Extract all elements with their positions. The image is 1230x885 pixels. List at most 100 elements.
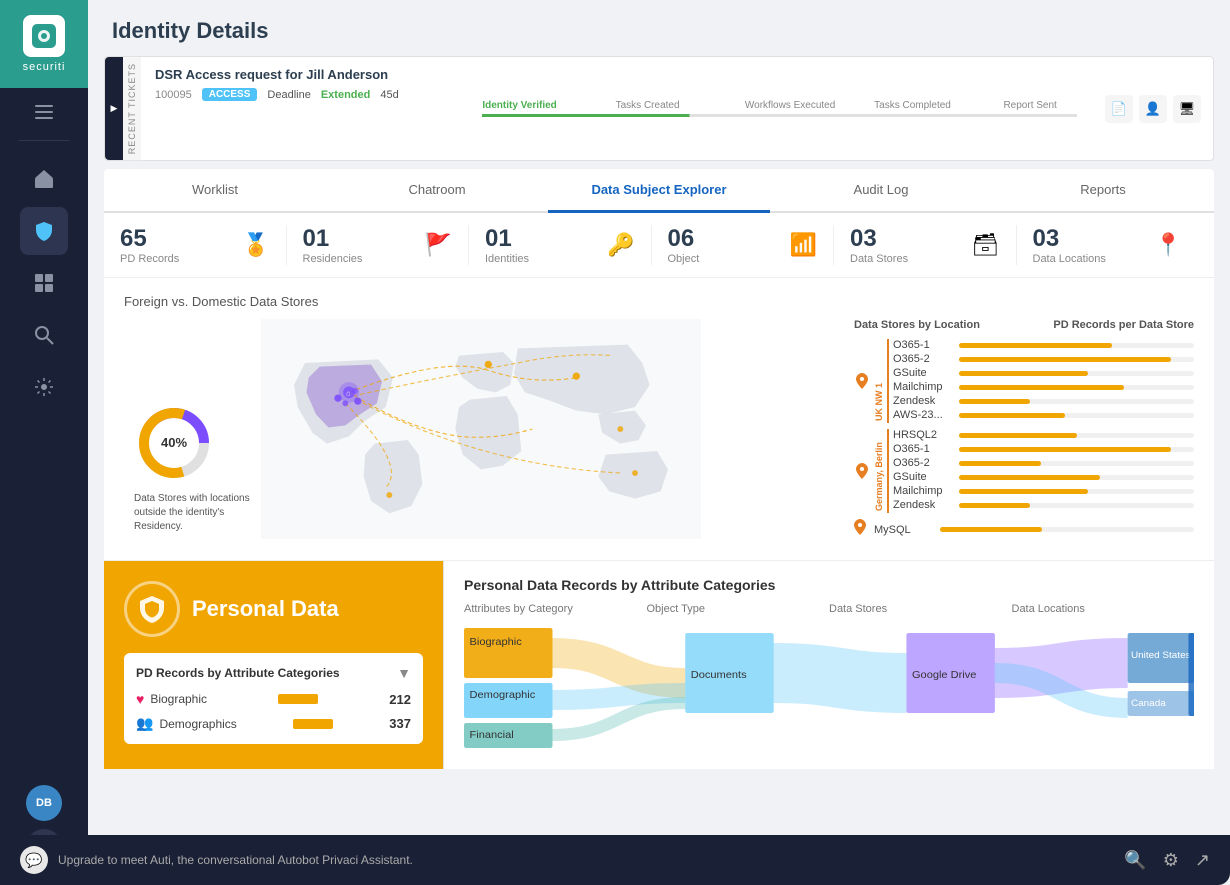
svg-text:40%: 40% — [161, 435, 187, 450]
map-section: Foreign vs. Domestic Data Stores — [104, 278, 1214, 561]
ds-row: Zendesk — [893, 395, 1194, 407]
footer-upgrade-text: Upgrade to meet Auti, the conversational… — [58, 853, 413, 867]
donut-chart: 40% Data Stores with locations outside t… — [134, 403, 254, 534]
tab-data-subject-explorer[interactable]: Data Subject Explorer — [548, 169, 770, 213]
stats-row: 65 PD Records 🏅 01 Residencies 🚩 01 Iden… — [104, 213, 1214, 278]
tab-chatroom[interactable]: Chatroom — [326, 169, 548, 211]
ds-row: AWS-23... — [893, 409, 1194, 421]
ticket-title: DSR Access request for Jill Anderson — [155, 67, 452, 82]
step-4-label: Tasks Completed — [870, 100, 951, 111]
page-header: Identity Details — [88, 0, 1230, 52]
ticket-action-2[interactable]: 👤 — [1139, 95, 1167, 123]
step-5-label: Report Sent — [999, 100, 1056, 111]
chart-title: Personal Data Records by Attribute Categ… — [464, 577, 1194, 593]
footer-chat: 💬 Upgrade to meet Auti, the conversation… — [20, 846, 413, 874]
data-stores-panel: Data Stores by Location PD Records per D… — [854, 319, 1194, 544]
footer-expand-icon[interactable]: ↗ — [1195, 850, 1210, 871]
footer-bar: 💬 Upgrade to meet Auti, the conversation… — [0, 835, 1230, 885]
tab-reports[interactable]: Reports — [992, 169, 1214, 211]
stat-id-label: Identities — [485, 253, 529, 265]
pd-sub-title: PD Records by Attribute Categories — [136, 666, 340, 680]
stat-id-icon: 🔑 — [607, 232, 634, 258]
pd-icon — [124, 581, 180, 637]
svg-text:Demographic: Demographic — [470, 690, 536, 701]
stat-ds-icon: 🗃 — [972, 232, 1000, 258]
sidebar-nav — [20, 145, 68, 781]
pd-bio-bar — [278, 694, 318, 704]
sidebar-item-shield[interactable] — [20, 207, 68, 255]
ticket-badge: ACCESS — [202, 88, 258, 101]
pd-bio-label: Biographic — [150, 692, 207, 706]
svg-text:Documents: Documents — [691, 670, 747, 681]
people-icon: 👥 — [136, 715, 153, 732]
sidebar: securiti — [0, 0, 88, 885]
ds-row: Zendesk — [893, 499, 1194, 511]
svg-text:⌂: ⌂ — [346, 388, 350, 397]
pd-row-left: ♥ Biographic — [136, 691, 207, 707]
stat-dl-icon: 📍 — [1155, 232, 1182, 258]
pd-demo-label: Demographics — [159, 717, 236, 731]
pd-title: Personal Data — [192, 596, 339, 622]
stat-id-number: 01 — [485, 225, 529, 253]
ds-location-title: Data Stores by Location — [854, 319, 980, 331]
tab-audit-log[interactable]: Audit Log — [770, 169, 992, 211]
pd-records-header: PD Records by Attribute Categories ▼ — [136, 665, 411, 681]
ds-row: GSuite — [893, 471, 1194, 483]
logo[interactable]: securiti — [0, 0, 88, 88]
sidebar-item-search[interactable] — [20, 311, 68, 359]
ticket-action-1[interactable]: 📄 — [1105, 95, 1133, 123]
ds-row: Mailchimp — [893, 381, 1194, 393]
tabs-row: Worklist Chatroom Data Subject Explorer … — [104, 169, 1214, 213]
sidebar-item-home[interactable] — [20, 155, 68, 203]
region-pin-berlin — [854, 429, 870, 513]
ds-row: HRSQL2 — [893, 429, 1194, 441]
col-obj: Object Type — [647, 603, 830, 615]
stat-pd-icon: 🏅 — [242, 232, 269, 258]
sankey-svg: Biographic Demographic Financial Documen… — [464, 623, 1194, 753]
sidebar-item-dashboard[interactable] — [20, 259, 68, 307]
ticket-deadline-days: 45d — [380, 89, 398, 101]
tab-worklist[interactable]: Worklist — [104, 169, 326, 211]
ds-row: MySQL — [874, 524, 1194, 536]
hamburger-menu[interactable] — [24, 92, 64, 132]
ticket-toggle[interactable]: ▶ — [105, 57, 123, 160]
stat-ds-number: 03 — [850, 225, 908, 253]
hamburger-icon — [35, 105, 53, 119]
chat-bubble-icon: 💬 — [20, 846, 48, 874]
ticket-actions: 📄 👤 🖥 — [1093, 57, 1213, 160]
region-uk-label: UK NW 1 — [874, 339, 889, 423]
region-mysql: MySQL — [854, 519, 1194, 540]
svg-text:Biographic: Biographic — [470, 637, 522, 648]
region-pin-uk — [854, 339, 870, 423]
footer-actions: 🔍 ⚙ ↗ — [1124, 850, 1210, 871]
ds-pd-title: PD Records per Data Store — [1053, 319, 1194, 331]
chart-col-headers: Attributes by Category Object Type Data … — [464, 603, 1194, 615]
col-dl: Data Locations — [1012, 603, 1195, 615]
pd-row-demographics: 👥 Demographics 337 — [136, 715, 411, 732]
map-title: Foreign vs. Domestic Data Stores — [124, 294, 1194, 309]
footer-filter-icon[interactable]: ⚙ — [1163, 850, 1179, 871]
ds-row: Mailchimp — [893, 485, 1194, 497]
donut-svg: 40% — [134, 403, 214, 483]
footer-search-icon[interactable]: 🔍 — [1124, 850, 1146, 871]
page-title: Identity Details — [112, 18, 1206, 44]
col-attr: Attributes by Category — [464, 603, 647, 615]
ticket-bar: ▶ RECENT TICKETS DSR Access request for … — [104, 56, 1214, 161]
berlin-stores: HRSQL2 O365-1 O365-2 — [893, 429, 1194, 513]
user-avatar[interactable]: DB — [26, 785, 62, 821]
map-visual: ⌂ 40% Data Stores with locations — [124, 319, 838, 544]
stat-residencies: 01 Residencies 🚩 — [287, 225, 470, 265]
stat-obj-label: Object — [668, 253, 700, 265]
ds-row: GSuite — [893, 367, 1194, 379]
stat-data-stores: 03 Data Stores 🗃 — [834, 225, 1017, 265]
sidebar-item-settings[interactable] — [20, 363, 68, 411]
personal-data-card: Personal Data PD Records by Attribute Ca… — [104, 561, 444, 769]
step-2-label: Tasks Created — [612, 100, 680, 111]
ds-row: O365-1 — [893, 339, 1194, 351]
ticket-action-3[interactable]: 🖥 — [1173, 95, 1201, 123]
stat-res-icon: 🚩 — [425, 232, 452, 258]
stat-identities: 01 Identities 🔑 — [469, 225, 652, 265]
ticket-deadline-status: Extended — [321, 89, 371, 101]
pd-records-section: PD Records by Attribute Categories ▼ ♥ B… — [124, 653, 423, 744]
pd-dropdown-arrow[interactable]: ▼ — [397, 665, 411, 681]
